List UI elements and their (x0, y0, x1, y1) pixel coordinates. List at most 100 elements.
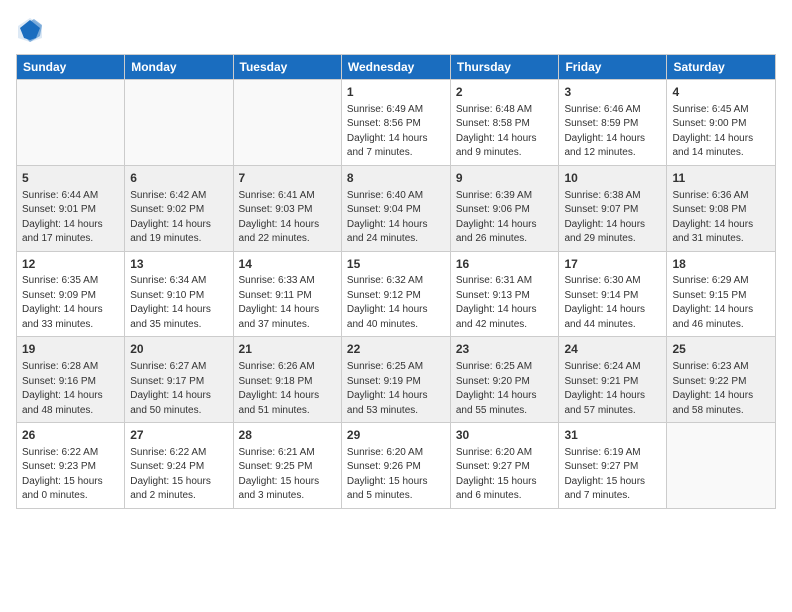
calendar-cell: 21 Sunrise: 6:26 AM Sunset: 9:18 PM Dayli… (233, 337, 341, 423)
day-detail: Sunrise: 6:20 AM Sunset: 9:26 PM Dayligh… (347, 446, 445, 504)
day-number: 12 (22, 256, 119, 273)
day-detail: Sunrise: 6:26 AM Sunset: 9:18 PM Dayligh… (239, 360, 336, 418)
calendar-header-row: SundayMondayTuesdayWednesdayThursdayFrid… (17, 55, 776, 80)
day-number: 19 (22, 341, 119, 358)
day-number: 8 (347, 170, 445, 187)
day-detail: Sunrise: 6:35 AM Sunset: 9:09 PM Dayligh… (22, 274, 119, 332)
day-detail: Sunrise: 6:23 AM Sunset: 9:22 PM Dayligh… (672, 360, 770, 418)
calendar-cell: 4 Sunrise: 6:45 AM Sunset: 9:00 PM Daylig… (667, 80, 776, 166)
calendar-cell (17, 80, 125, 166)
calendar-table: SundayMondayTuesdayWednesdayThursdayFrid… (16, 54, 776, 509)
day-detail: Sunrise: 6:21 AM Sunset: 9:25 PM Dayligh… (239, 446, 336, 504)
day-detail: Sunrise: 6:31 AM Sunset: 9:13 PM Dayligh… (456, 274, 554, 332)
day-number: 23 (456, 341, 554, 358)
day-detail: Sunrise: 6:49 AM Sunset: 8:56 PM Dayligh… (347, 103, 445, 161)
calendar-cell: 11 Sunrise: 6:36 AM Sunset: 9:08 PM Dayli… (667, 165, 776, 251)
day-number: 26 (22, 427, 119, 444)
calendar-cell: 19 Sunrise: 6:28 AM Sunset: 9:16 PM Dayli… (17, 337, 125, 423)
day-number: 27 (130, 427, 227, 444)
calendar-cell: 14Sunrise: 6:33 AM Sunset: 9:11 PM Dayli… (233, 251, 341, 337)
calendar-cell: 25 Sunrise: 6:23 AM Sunset: 9:22 PM Dayli… (667, 337, 776, 423)
logo-icon (16, 16, 44, 44)
day-number: 9 (456, 170, 554, 187)
calendar-cell: 5 Sunrise: 6:44 AM Sunset: 9:01 PM Daylig… (17, 165, 125, 251)
calendar-week-row: 12Sunrise: 6:35 AM Sunset: 9:09 PM Dayli… (17, 251, 776, 337)
calendar-cell: 9 Sunrise: 6:39 AM Sunset: 9:06 PM Daylig… (450, 165, 559, 251)
day-number: 21 (239, 341, 336, 358)
calendar-cell: 12Sunrise: 6:35 AM Sunset: 9:09 PM Dayli… (17, 251, 125, 337)
day-detail: Sunrise: 6:36 AM Sunset: 9:08 PM Dayligh… (672, 189, 770, 247)
weekday-header-tuesday: Tuesday (233, 55, 341, 80)
calendar-cell: 8 Sunrise: 6:40 AM Sunset: 9:04 PM Daylig… (341, 165, 450, 251)
calendar-cell: 20Sunrise: 6:27 AM Sunset: 9:17 PM Dayli… (125, 337, 233, 423)
day-detail: Sunrise: 6:45 AM Sunset: 9:00 PM Dayligh… (672, 103, 770, 161)
page-header (16, 16, 776, 44)
day-detail: Sunrise: 6:41 AM Sunset: 9:03 PM Dayligh… (239, 189, 336, 247)
day-number: 10 (564, 170, 661, 187)
calendar-cell: 16Sunrise: 6:31 AM Sunset: 9:13 PM Dayli… (450, 251, 559, 337)
calendar-cell (125, 80, 233, 166)
calendar-cell: 3 Sunrise: 6:46 AM Sunset: 8:59 PM Daylig… (559, 80, 667, 166)
calendar-week-row: 19 Sunrise: 6:28 AM Sunset: 9:16 PM Dayli… (17, 337, 776, 423)
day-number: 14 (239, 256, 336, 273)
calendar-cell: 26 Sunrise: 6:22 AM Sunset: 9:23 PM Dayli… (17, 423, 125, 509)
calendar-cell: 18Sunrise: 6:29 AM Sunset: 9:15 PM Dayli… (667, 251, 776, 337)
day-detail: Sunrise: 6:33 AM Sunset: 9:11 PM Dayligh… (239, 274, 336, 332)
calendar-cell: 28 Sunrise: 6:21 AM Sunset: 9:25 PM Dayli… (233, 423, 341, 509)
day-number: 13 (130, 256, 227, 273)
day-number: 4 (672, 84, 770, 101)
day-number: 30 (456, 427, 554, 444)
day-detail: Sunrise: 6:40 AM Sunset: 9:04 PM Dayligh… (347, 189, 445, 247)
calendar-cell: 23 Sunrise: 6:25 AM Sunset: 9:20 PM Dayli… (450, 337, 559, 423)
logo (16, 16, 48, 44)
day-detail: Sunrise: 6:22 AM Sunset: 9:24 PM Dayligh… (130, 446, 227, 504)
calendar-cell (667, 423, 776, 509)
day-detail: Sunrise: 6:29 AM Sunset: 9:15 PM Dayligh… (672, 274, 770, 332)
day-detail: Sunrise: 6:46 AM Sunset: 8:59 PM Dayligh… (564, 103, 661, 161)
day-number: 2 (456, 84, 554, 101)
calendar-cell: 27 Sunrise: 6:22 AM Sunset: 9:24 PM Dayli… (125, 423, 233, 509)
calendar-cell: 30Sunrise: 6:20 AM Sunset: 9:27 PM Dayli… (450, 423, 559, 509)
weekday-header-thursday: Thursday (450, 55, 559, 80)
calendar-cell (233, 80, 341, 166)
calendar-week-row: 5 Sunrise: 6:44 AM Sunset: 9:01 PM Daylig… (17, 165, 776, 251)
day-detail: Sunrise: 6:30 AM Sunset: 9:14 PM Dayligh… (564, 274, 661, 332)
day-number: 11 (672, 170, 770, 187)
day-detail: Sunrise: 6:48 AM Sunset: 8:58 PM Dayligh… (456, 103, 554, 161)
day-number: 22 (347, 341, 445, 358)
calendar-cell: 31 Sunrise: 6:19 AM Sunset: 9:27 PM Dayli… (559, 423, 667, 509)
day-number: 31 (564, 427, 661, 444)
day-number: 7 (239, 170, 336, 187)
day-number: 28 (239, 427, 336, 444)
day-number: 15 (347, 256, 445, 273)
day-number: 16 (456, 256, 554, 273)
calendar-cell: 17Sunrise: 6:30 AM Sunset: 9:14 PM Dayli… (559, 251, 667, 337)
weekday-header-wednesday: Wednesday (341, 55, 450, 80)
day-detail: Sunrise: 6:42 AM Sunset: 9:02 PM Dayligh… (130, 189, 227, 247)
day-number: 5 (22, 170, 119, 187)
calendar-cell: 22 Sunrise: 6:25 AM Sunset: 9:19 PM Dayli… (341, 337, 450, 423)
weekday-header-friday: Friday (559, 55, 667, 80)
day-number: 3 (564, 84, 661, 101)
day-detail: Sunrise: 6:22 AM Sunset: 9:23 PM Dayligh… (22, 446, 119, 504)
day-number: 17 (564, 256, 661, 273)
calendar-cell: 1Sunrise: 6:49 AM Sunset: 8:56 PM Daylig… (341, 80, 450, 166)
calendar-week-row: 26 Sunrise: 6:22 AM Sunset: 9:23 PM Dayli… (17, 423, 776, 509)
day-number: 20 (130, 341, 227, 358)
day-number: 25 (672, 341, 770, 358)
calendar-cell: 15Sunrise: 6:32 AM Sunset: 9:12 PM Dayli… (341, 251, 450, 337)
day-detail: Sunrise: 6:28 AM Sunset: 9:16 PM Dayligh… (22, 360, 119, 418)
day-detail: Sunrise: 6:25 AM Sunset: 9:20 PM Dayligh… (456, 360, 554, 418)
calendar-cell: 24Sunrise: 6:24 AM Sunset: 9:21 PM Dayli… (559, 337, 667, 423)
calendar-cell: 2 Sunrise: 6:48 AM Sunset: 8:58 PM Daylig… (450, 80, 559, 166)
calendar-cell: 10Sunrise: 6:38 AM Sunset: 9:07 PM Dayli… (559, 165, 667, 251)
day-detail: Sunrise: 6:39 AM Sunset: 9:06 PM Dayligh… (456, 189, 554, 247)
day-number: 24 (564, 341, 661, 358)
day-number: 29 (347, 427, 445, 444)
day-number: 6 (130, 170, 227, 187)
calendar-cell: 6 Sunrise: 6:42 AM Sunset: 9:02 PM Daylig… (125, 165, 233, 251)
day-detail: Sunrise: 6:44 AM Sunset: 9:01 PM Dayligh… (22, 189, 119, 247)
day-detail: Sunrise: 6:25 AM Sunset: 9:19 PM Dayligh… (347, 360, 445, 418)
day-detail: Sunrise: 6:19 AM Sunset: 9:27 PM Dayligh… (564, 446, 661, 504)
day-number: 18 (672, 256, 770, 273)
